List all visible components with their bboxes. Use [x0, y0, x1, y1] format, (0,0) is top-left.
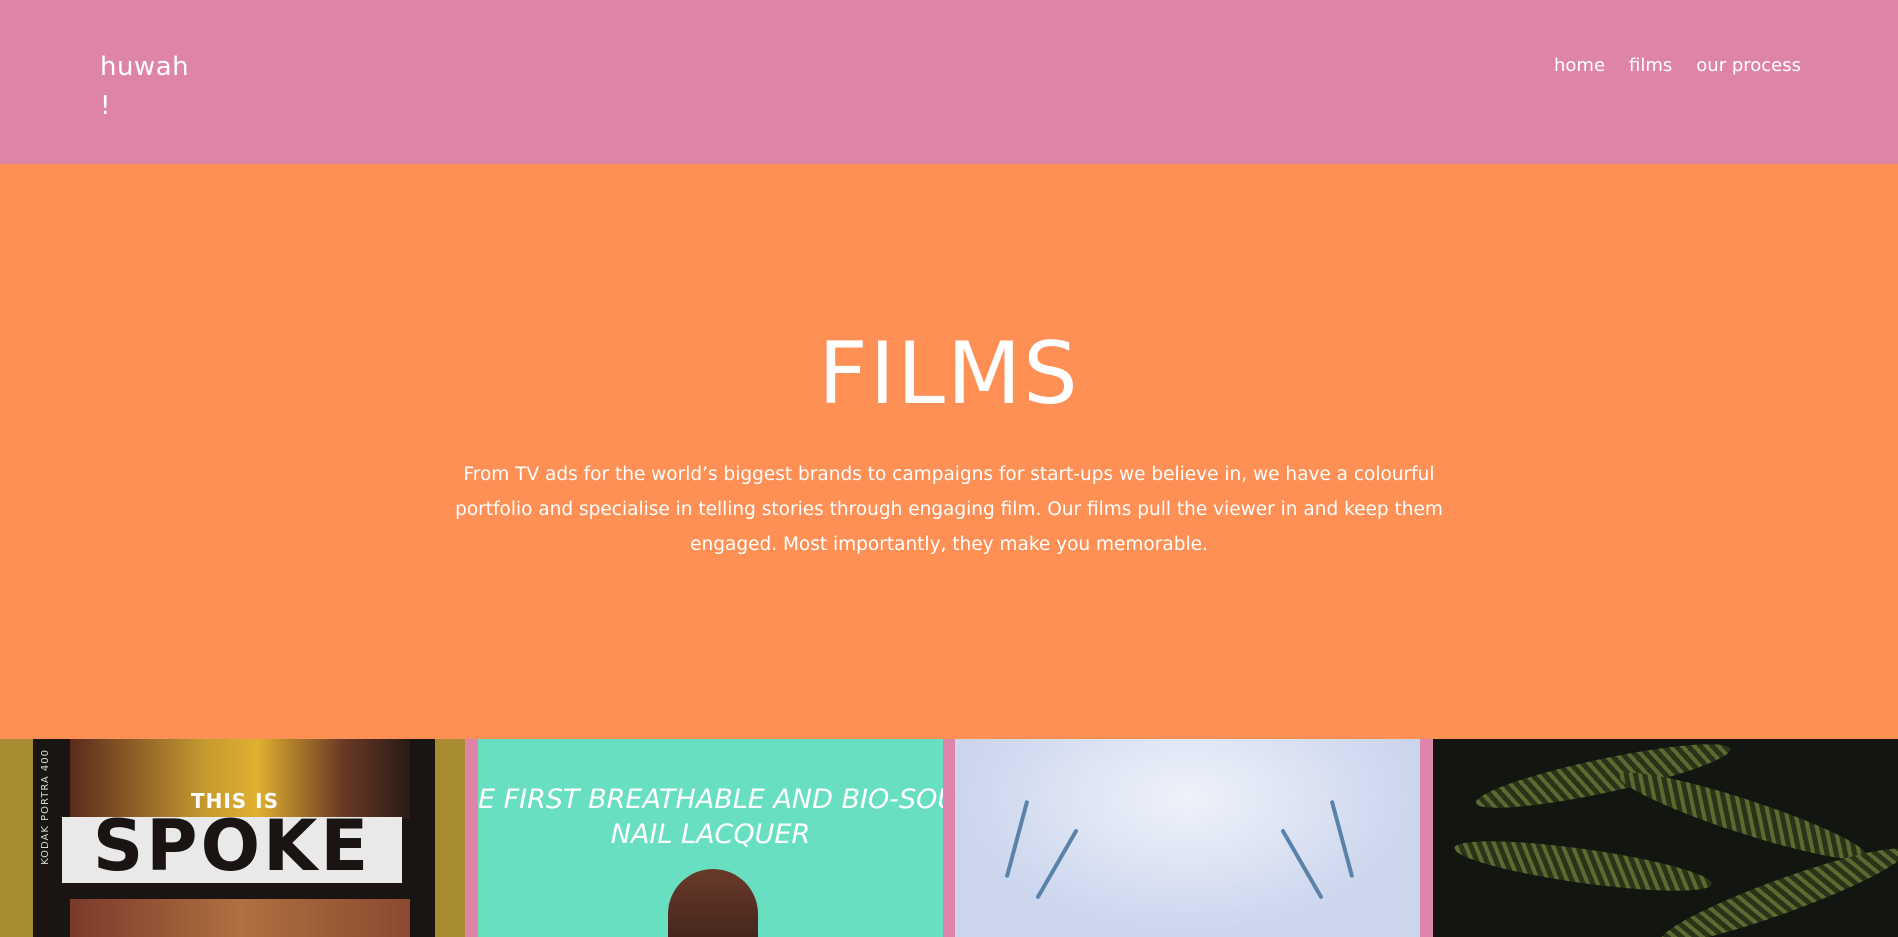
film-tile-spoke[interactable]: KODAK PORTRA 400 THIS IS SPOKE — [0, 739, 465, 937]
thumbnail-detail — [70, 899, 410, 937]
person-figure — [668, 869, 758, 937]
thumbnail-background — [955, 739, 1420, 937]
logo-text: huwah — [100, 52, 190, 82]
film-overlay-text: NAIL LACQUER — [610, 819, 811, 850]
film-tile-nail-lacquer[interactable]: E FIRST BREATHABLE AND BIO-SOURC NAIL LA… — [478, 739, 943, 937]
tile-divider — [465, 739, 478, 937]
film-overlay-text: E FIRST BREATHABLE AND BIO-SOURC — [478, 784, 943, 815]
hero-section: FILMS From TV ads for the world’s bigges… — [0, 164, 1898, 739]
nav-films[interactable]: films — [1629, 55, 1672, 76]
nav-our-process[interactable]: our process — [1696, 55, 1801, 76]
tile-divider — [1420, 739, 1433, 937]
tile-divider — [943, 739, 955, 937]
site-header: huwah ! home films our process — [0, 0, 1898, 164]
page-title: FILMS — [818, 324, 1080, 424]
films-gallery: KODAK PORTRA 400 THIS IS SPOKE E FIRST B… — [0, 739, 1898, 937]
site-logo[interactable]: huwah ! — [100, 48, 200, 126]
foliage-detail — [1614, 759, 1872, 873]
foliage-detail — [1451, 831, 1715, 901]
film-tile-abstract[interactable] — [955, 739, 1420, 937]
nav-home[interactable]: home — [1554, 55, 1605, 76]
main-nav: home films our process — [1554, 55, 1801, 76]
film-tile-foliage[interactable] — [1433, 739, 1898, 937]
logo-exclamation: ! — [100, 91, 111, 121]
film-overlay-title: SPOKE — [92, 805, 372, 887]
hero-description: From TV ads for the world’s biggest bran… — [455, 464, 1443, 555]
